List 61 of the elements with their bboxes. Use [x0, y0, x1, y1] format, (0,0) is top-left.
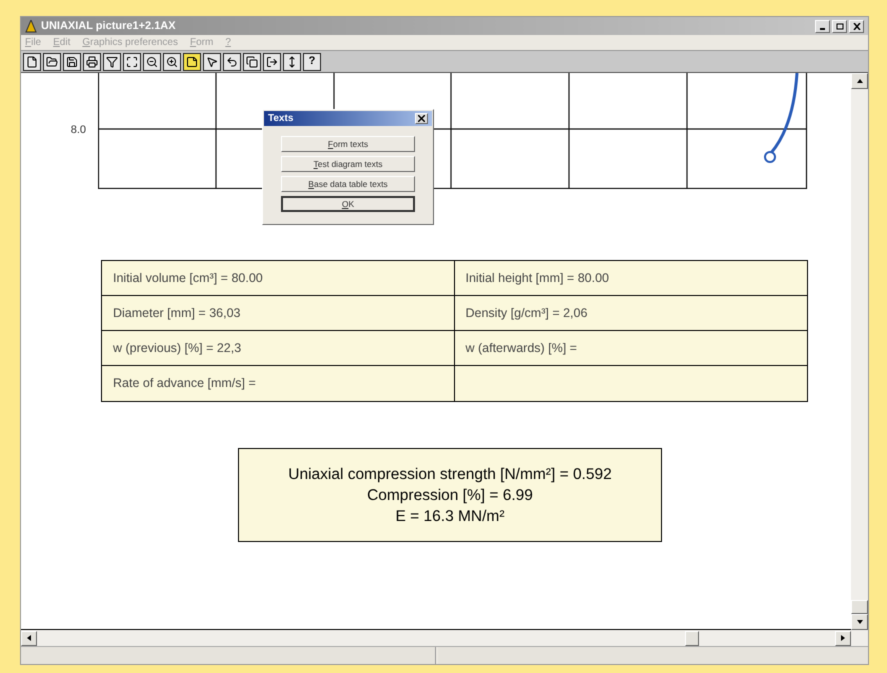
- toolbar-button[interactable]: ?: [303, 52, 321, 70]
- horizontal-scrollbar[interactable]: [21, 630, 868, 646]
- left-arrow-icon: [27, 635, 31, 641]
- close-icon: [418, 115, 425, 122]
- filter-icon: [106, 56, 118, 68]
- down-arrow-icon: [856, 620, 862, 624]
- table-cell: Density [g/cm³] = 2,06: [454, 296, 807, 331]
- dialog-title: Texts: [268, 112, 294, 126]
- result-text: E = 16.3 MN/m²: [396, 506, 504, 526]
- export-icon: [266, 56, 278, 68]
- table-cell: Diameter [mm] = 36,03: [102, 296, 454, 331]
- file-icon: [26, 56, 38, 68]
- result-text: Compression [%] = 6.99: [367, 486, 533, 506]
- up-arrow-icon: [856, 79, 862, 83]
- dialog-button[interactable]: Test diagram texts: [281, 156, 415, 172]
- zoom-in-icon: [166, 56, 178, 68]
- toolbar-button[interactable]: [23, 52, 41, 70]
- folder-icon: [46, 56, 58, 68]
- dialog-button[interactable]: OK: [281, 196, 415, 212]
- toolbar-button[interactable]: [263, 52, 281, 70]
- maximize-icon: [836, 22, 844, 30]
- scroll-thumb[interactable]: [851, 600, 868, 614]
- table-cell: w (afterwards) [%] =: [454, 331, 807, 366]
- window-title: UNIAXIAL picture1+2.1AX: [41, 18, 176, 34]
- toolbar-button[interactable]: [183, 52, 201, 70]
- toolbar-button[interactable]: [283, 52, 301, 70]
- table-cell: Rate of advance [mm/s] =: [102, 366, 454, 401]
- table-cell: Initial volume [cm³] = 80.00: [102, 261, 454, 296]
- expand-icon: [126, 56, 138, 68]
- toolbar-button[interactable]: [63, 52, 81, 70]
- copy-icon: [246, 56, 258, 68]
- scroll-thumb[interactable]: [685, 630, 699, 646]
- maximize-button[interactable]: [832, 20, 847, 32]
- toolbar-button[interactable]: [223, 52, 241, 70]
- close-icon: [852, 22, 860, 30]
- app-icon: [25, 20, 37, 32]
- toolbar-button[interactable]: [143, 52, 161, 70]
- minimize-button[interactable]: [815, 20, 830, 32]
- zoom-out-icon: [146, 56, 158, 68]
- dialog-button[interactable]: Base data table texts: [281, 176, 415, 192]
- toolbar-button[interactable]: [163, 52, 181, 70]
- toolbar-button[interactable]: [43, 52, 61, 70]
- printer-icon: [86, 56, 98, 68]
- toolbar-button[interactable]: [203, 52, 221, 70]
- save-icon: [66, 56, 78, 68]
- axis-label: 8.0: [70, 123, 87, 138]
- toolbar-button[interactable]: [83, 52, 101, 70]
- vertical-scrollbar[interactable]: [851, 73, 868, 630]
- pointer-icon: [206, 56, 218, 68]
- toolbar-button[interactable]: [123, 52, 141, 70]
- toolbar-button[interactable]: [103, 52, 121, 70]
- close-button[interactable]: [849, 20, 864, 32]
- undo-icon: [226, 56, 238, 68]
- table-cell: Initial height [mm] = 80.00: [454, 261, 807, 296]
- note-icon: [186, 56, 198, 68]
- right-arrow-icon: [841, 635, 845, 641]
- close-button[interactable]: [415, 113, 428, 124]
- result-text: Uniaxial compression strength [N/mm²] = 0.592: [288, 464, 612, 484]
- toolbar-button[interactable]: [243, 52, 261, 70]
- dialog-button[interactable]: Form texts: [281, 136, 415, 152]
- table-cell: w (previous) [%] = 22,3: [102, 331, 454, 366]
